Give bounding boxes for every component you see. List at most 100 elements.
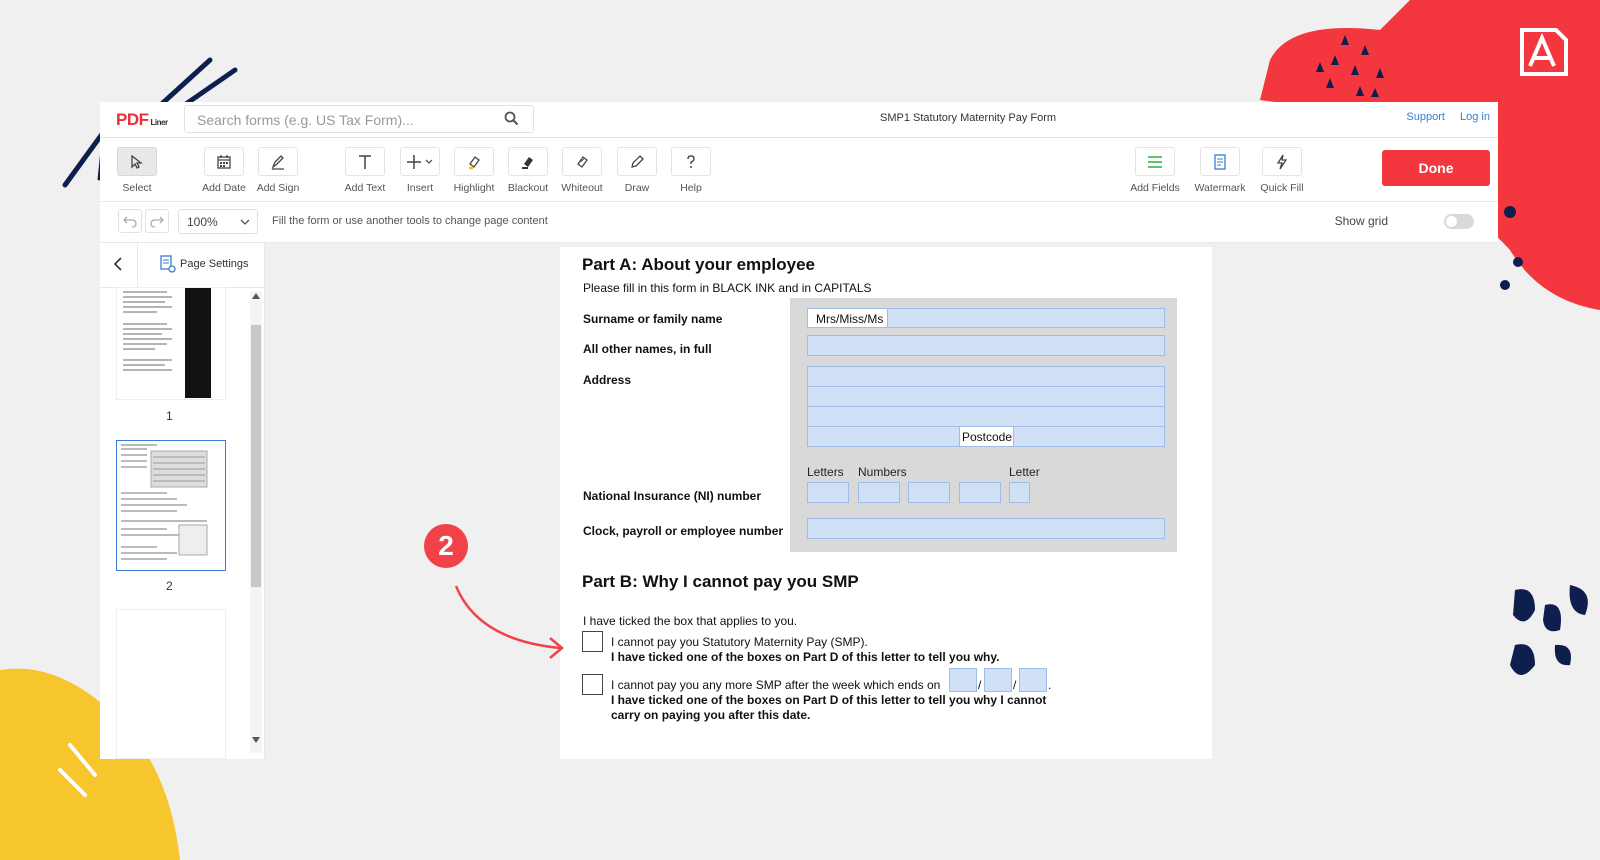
address-line-3-field[interactable] [807,406,1165,427]
panel-divider [137,243,138,287]
date-end-period: . [1048,678,1052,692]
address-line-4-field[interactable] [807,426,960,447]
plus-icon [407,154,433,169]
option-2-checkbox[interactable] [582,674,603,695]
tool-select[interactable]: Select [110,147,164,194]
tool-quick-fill[interactable]: Quick Fill [1255,147,1309,194]
toolbar: Select Add Date Add Sign Add Text Insert… [100,138,1498,202]
support-link[interactable]: Support [1406,111,1445,123]
page-settings-button[interactable]: Page Settings [160,255,249,273]
page-number-1: 1 [166,409,173,423]
sub-toolbar: 100% Fill the form or use another tools … [100,202,1498,243]
redo-button[interactable] [145,209,169,233]
tool-add-sign[interactable]: Add Sign [251,147,305,194]
tool-add-text[interactable]: Add Text [338,147,392,194]
part-b-title: Part B: Why I cannot pay you SMP [582,572,859,591]
document-canvas: Part A: About your employee Please fill … [265,243,1498,759]
tool-add-date[interactable]: Add Date [197,147,251,194]
option-1-checkbox[interactable] [582,631,603,652]
scroll-down-icon[interactable] [252,737,260,743]
end-date-year-field[interactable] [1019,668,1047,692]
blackout-icon [522,156,533,169]
ni-numbers-field-2[interactable] [908,482,950,503]
decor-navy-dots [1510,585,1588,675]
tool-label: Blackout [507,182,549,194]
chevron-left-icon[interactable] [112,256,124,272]
part-a-title: Part A: About your employee [582,255,815,274]
ni-letters-field[interactable] [807,482,849,503]
pdf-logo-icon [1520,28,1568,76]
part-b-instruction: I have ticked the box that applies to yo… [583,614,798,628]
option-1-text: I cannot pay you Statutory Maternity Pay… [611,635,868,649]
title-field[interactable]: Mrs/Miss/Ms [807,308,888,328]
pdfliner-logo[interactable]: PDF Liner [116,110,168,130]
login-link[interactable]: Log in [1460,111,1490,123]
page-thumbnail-2[interactable] [116,440,226,571]
end-date-month-field[interactable] [984,668,1012,692]
tool-label: Draw [624,182,650,194]
tool-highlight[interactable]: Highlight [447,147,501,194]
lightning-icon [1276,154,1288,169]
done-button[interactable]: Done [1382,150,1490,186]
tool-label: Whiteout [561,182,603,194]
page-thumbnail-3[interactable] [116,609,226,759]
thumbnail-preview [121,444,208,560]
step-badge: 2 [424,524,468,568]
thumbnail-preview [123,288,211,398]
ni-letter-label: Letter [1009,465,1040,479]
surname-field[interactable] [887,308,1165,328]
page-settings-label: Page Settings [180,258,249,270]
address-label: Address [583,373,632,387]
tool-label: Add Sign [256,182,300,194]
toolbar-hint: Fill the form or use another tools to ch… [272,215,548,227]
zoom-value: 100% [187,215,218,229]
search-input[interactable] [195,107,499,133]
option-2-note-continued: carry on paying you after this date. [611,708,811,722]
tool-insert[interactable]: Insert [393,147,447,194]
clock-number-field[interactable] [807,518,1165,539]
tool-label: Highlight [453,182,495,194]
postcode-label: Postcode [959,426,1014,447]
form-page: Part A: About your employee Please fill … [560,247,1212,759]
end-date-day-field[interactable] [949,668,977,692]
zoom-select[interactable]: 100% [178,209,258,234]
scroll-up-icon[interactable] [252,293,260,299]
page-number-2: 2 [166,579,173,593]
ni-letters-label: Letters [807,465,844,479]
tool-label: Add Fields [1130,182,1180,194]
tool-add-fields[interactable]: Add Fields [1128,147,1182,194]
tool-blackout[interactable]: Blackout [501,147,555,194]
ni-numbers-field-3[interactable] [959,482,1001,503]
tool-label: Help [680,182,702,194]
postcode-field[interactable] [1013,426,1165,447]
pages-panel: Page Settings 1 2 [100,243,265,759]
option-2-text: I cannot pay you any more SMP after the … [611,678,941,692]
tool-label: Watermark [1194,182,1246,194]
ni-numbers-label: Numbers [858,465,907,479]
chevron-down-icon [240,219,250,225]
show-grid-toggle[interactable] [1444,214,1474,229]
date-separator: / [1013,678,1017,692]
signature-icon [271,154,284,170]
ni-final-letter-field[interactable] [1009,482,1030,503]
tool-draw[interactable]: Draw [610,147,664,194]
address-line-1-field[interactable] [807,366,1165,387]
page-thumbnail-1[interactable] [116,287,226,400]
top-bar: PDFLiner SMP1 Statutory Maternity Pay Fo… [100,102,1498,138]
tool-whiteout[interactable]: Whiteout [555,147,609,194]
scrollbar-thumb[interactable] [251,325,261,587]
other-names-field[interactable] [807,335,1165,356]
undo-icon [123,216,137,228]
app-window: PDFLiner SMP1 Statutory Maternity Pay Fo… [100,102,1498,759]
undo-button[interactable] [118,209,142,233]
date-separator: / [978,678,982,692]
cursor-icon [131,154,143,169]
search-icon[interactable] [504,111,519,126]
address-line-2-field[interactable] [807,386,1165,407]
tool-watermark[interactable]: Watermark [1193,147,1247,194]
ni-numbers-field-1[interactable] [858,482,900,503]
calendar-icon [217,154,231,169]
watermark-icon [1214,153,1226,170]
tool-help[interactable]: Help [664,147,718,194]
pointer-arrow [454,585,564,659]
